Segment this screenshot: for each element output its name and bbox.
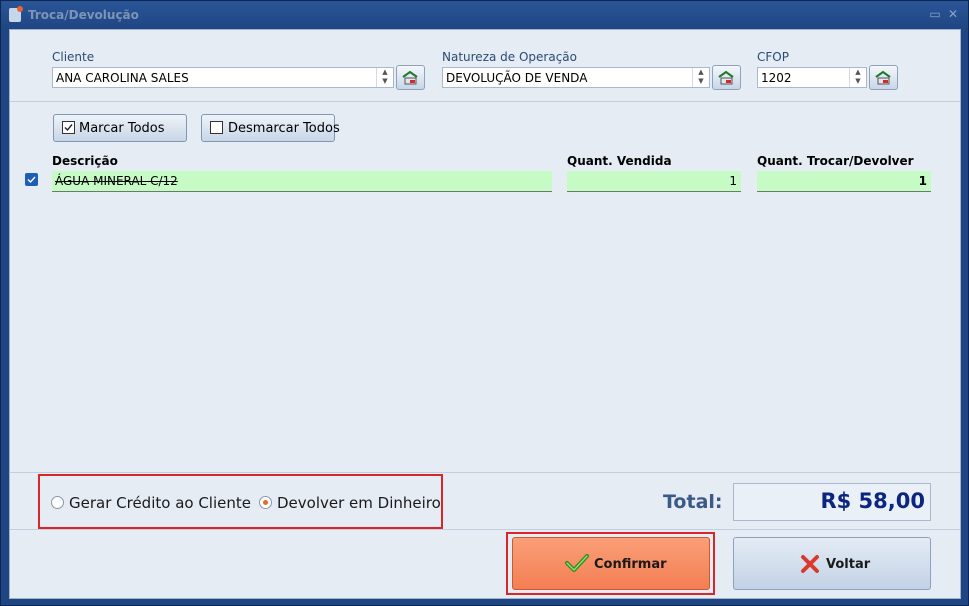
table-cell-descricao[interactable]: ÁGUA MINERAL C/12 (52, 171, 552, 192)
empty-checkbox-icon (210, 121, 223, 134)
checked-checkbox-icon (62, 121, 75, 134)
check-icon (27, 176, 36, 184)
natureza-value: DEVOLUÇÃO DE VENDA (446, 71, 588, 85)
window-title: Troca/Devolução (28, 8, 139, 22)
search-record-icon (718, 70, 734, 85)
row-checkbox[interactable] (25, 173, 38, 186)
total-label: Total: (663, 491, 723, 513)
confirmar-label: Confirmar (594, 557, 667, 572)
dialog-window: Troca/Devolução ▭ ✕ Cliente ANA CAROLINA… (0, 0, 969, 606)
spin-updown-icon[interactable]: ▲ ▼ (849, 68, 866, 87)
title-bar[interactable]: Troca/Devolução ▭ ✕ (1, 1, 968, 29)
cliente-label: Cliente (52, 50, 95, 64)
cfop-label: CFOP (757, 50, 789, 64)
voltar-button[interactable]: Voltar (733, 537, 931, 590)
natureza-combobox[interactable]: DEVOLUÇÃO DE VENDA ▲ ▼ (442, 67, 710, 88)
check-icon (565, 554, 589, 572)
divider (10, 529, 960, 530)
column-header-descricao: Descrição (52, 154, 118, 168)
x-icon (801, 555, 819, 573)
app-icon (9, 6, 23, 22)
divider (10, 472, 960, 473)
table-cell-quant-vendida[interactable]: 1 (567, 171, 741, 192)
desmarcar-todos-label: Desmarcar Todos (228, 121, 340, 136)
desmarcar-todos-button[interactable]: Desmarcar Todos (201, 114, 340, 142)
cliente-combobox[interactable]: ANA CAROLINA SALES ▲ ▼ (52, 67, 394, 88)
maximize-icon[interactable]: ▭ (929, 8, 941, 20)
spin-updown-icon[interactable]: ▲ ▼ (692, 68, 709, 87)
cfop-search-button[interactable] (869, 65, 898, 90)
close-icon[interactable]: ✕ (947, 8, 959, 20)
total-value: R$ 58,00 (820, 489, 925, 513)
marcar-todos-label: Marcar Todos (79, 121, 165, 136)
search-record-icon (402, 70, 418, 85)
dialog-body: Cliente ANA CAROLINA SALES ▲ ▼ Natureza d… (9, 29, 961, 599)
cliente-value: ANA CAROLINA SALES (56, 71, 189, 85)
natureza-search-button[interactable] (712, 65, 741, 90)
cfop-combobox[interactable]: 1202 ▲ ▼ (757, 67, 867, 88)
spin-updown-icon[interactable]: ▲ ▼ (376, 68, 393, 87)
row-quant-trocar: 1 (918, 174, 927, 188)
row-quant-vendida: 1 (729, 174, 737, 188)
divider (10, 101, 960, 102)
row-descricao: ÁGUA MINERAL C/12 (55, 174, 178, 188)
natureza-label: Natureza de Operação (442, 50, 577, 64)
column-header-quant-vendida: Quant. Vendida (567, 154, 672, 168)
table-cell-quant-trocar[interactable]: 1 (757, 171, 931, 192)
cliente-search-button[interactable] (396, 65, 425, 90)
confirmar-button[interactable]: Confirmar (512, 537, 710, 590)
total-display: R$ 58,00 (733, 483, 931, 521)
marcar-todos-button[interactable]: Marcar Todos (53, 114, 187, 142)
cfop-value: 1202 (761, 71, 792, 85)
search-record-icon (875, 70, 891, 85)
payment-option-highlight (38, 474, 443, 529)
column-header-quant-trocar: Quant. Trocar/Devolver (757, 154, 914, 168)
voltar-label: Voltar (826, 557, 871, 572)
